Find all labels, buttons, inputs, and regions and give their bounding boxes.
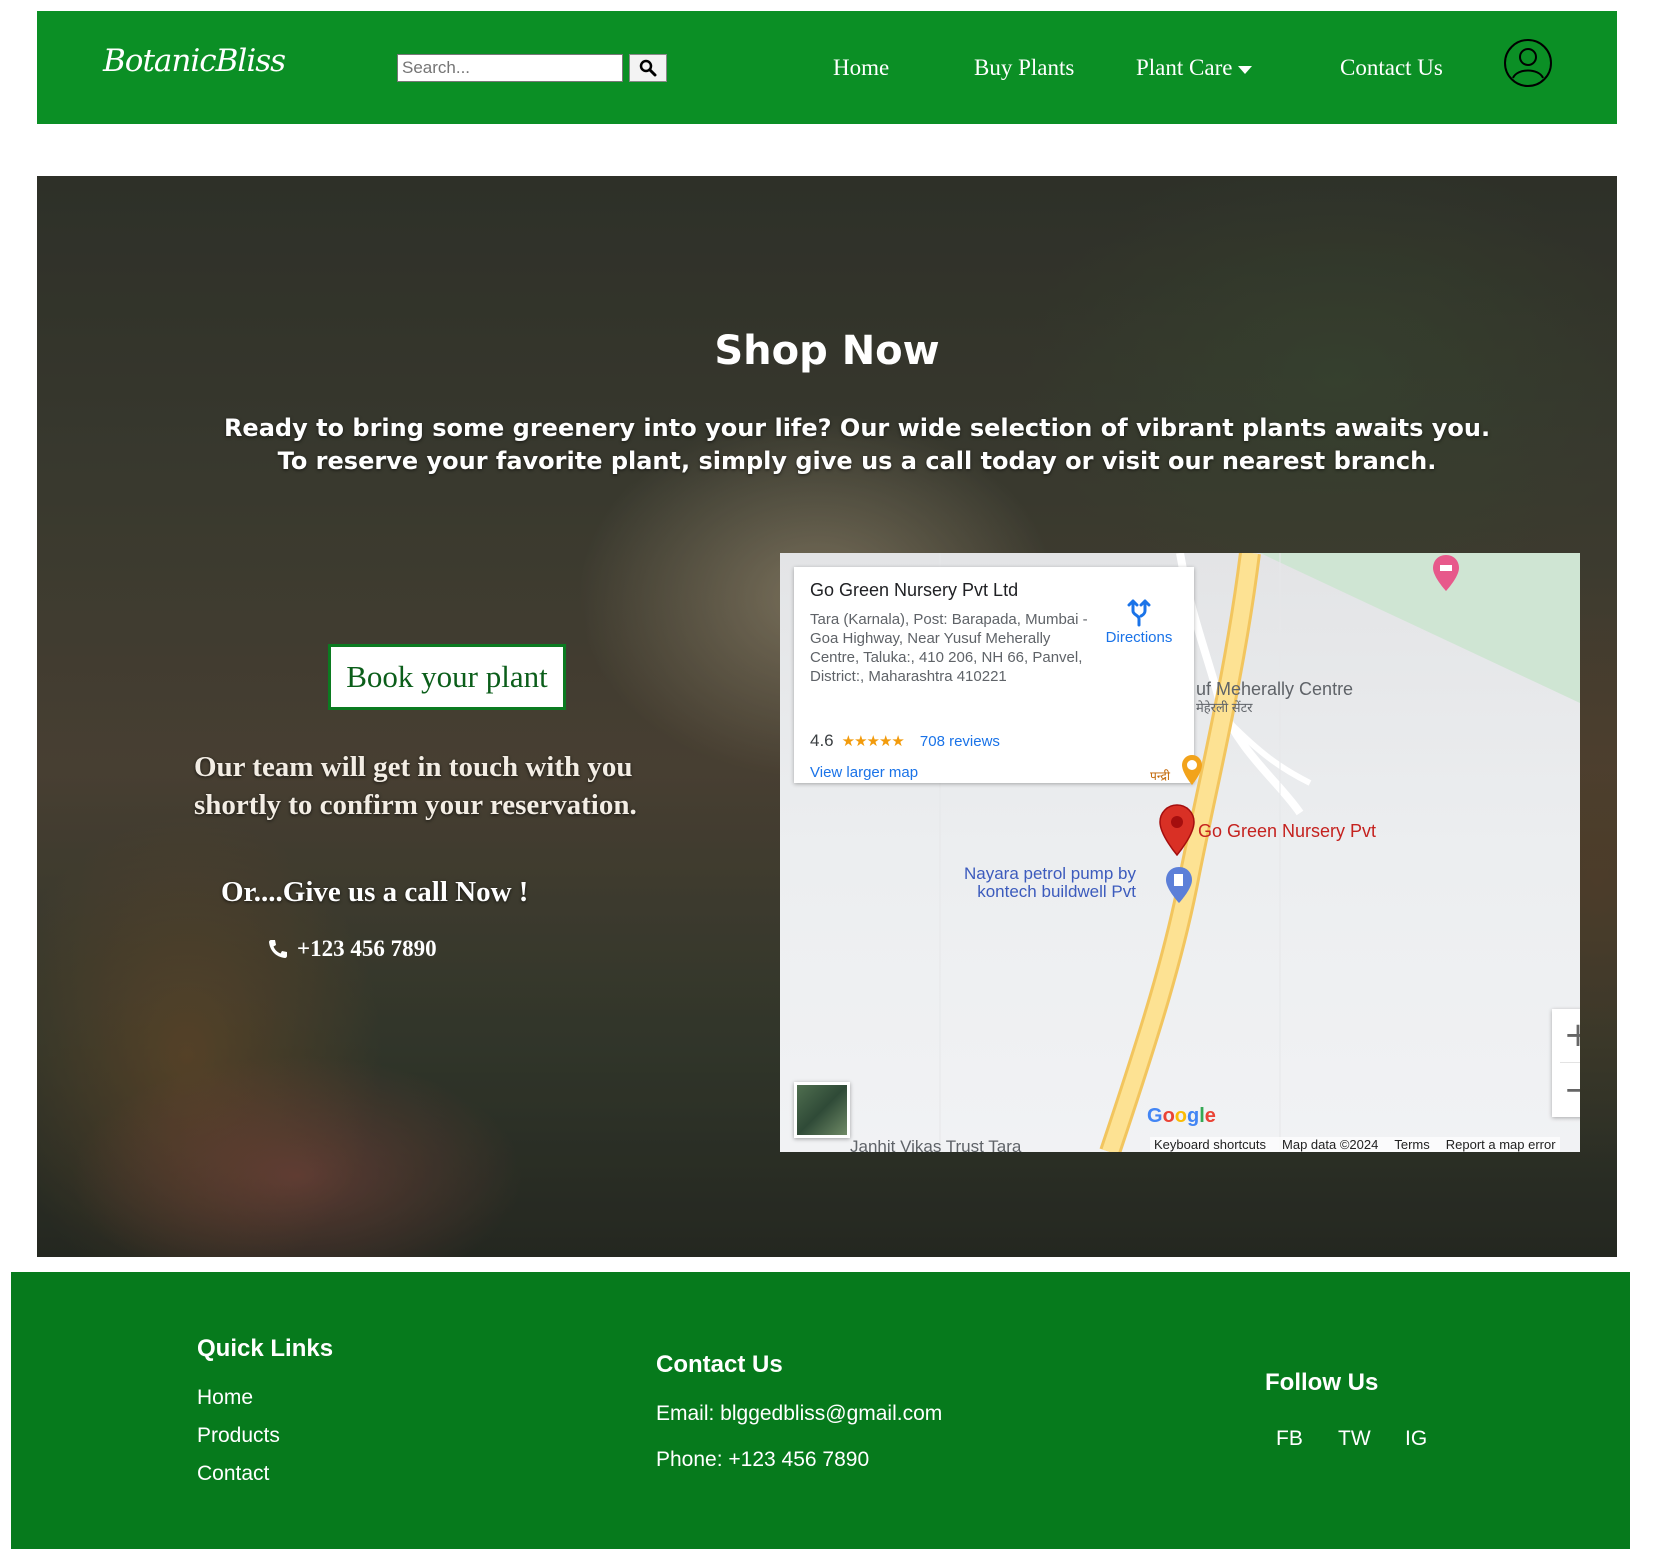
search-icon [639, 59, 657, 77]
phone-number: +123 456 7890 [297, 936, 437, 961]
search-button[interactable] [629, 54, 667, 82]
team-message-line-2: shortly to confirm your reservation. [194, 789, 637, 821]
satellite-toggle[interactable] [794, 1082, 850, 1138]
hero-description: Ready to bring some greenery into your l… [117, 412, 1597, 478]
footer-link-home[interactable]: Home [197, 1386, 253, 1410]
footer-phone[interactable]: Phone: +123 456 7890 [656, 1448, 869, 1472]
book-plant-button[interactable]: Book your plant [328, 644, 566, 710]
fuel-pin-icon[interactable] [1164, 865, 1194, 905]
directions-button[interactable]: Directions [1099, 597, 1179, 646]
map-label-centre-hindi: मेहेरली सेंटर [1196, 700, 1253, 715]
map-label-petrol: Nayara petrol pump by kontech buildwell … [964, 865, 1136, 901]
team-message: Our team will get in touch with you shor… [194, 748, 714, 824]
hero-description-line-1: Ready to bring some greenery into your l… [223, 414, 1491, 442]
follow-us-title: Follow Us [1265, 1369, 1379, 1396]
zoom-controls: + − [1552, 1009, 1580, 1117]
map-label-petrol-line-1: Nayara petrol pump by [964, 864, 1136, 883]
rating-value: 4.6 [810, 731, 834, 750]
view-larger-map-link[interactable]: View larger map [810, 764, 918, 781]
quick-links-title: Quick Links [197, 1335, 334, 1362]
directions-label: Directions [1105, 629, 1173, 646]
caret-down-icon [1238, 65, 1253, 74]
map-label-centre: uf Meherally Centre [1196, 679, 1354, 699]
directions-icon [1127, 599, 1151, 627]
google-logo: Google [1147, 1105, 1216, 1127]
place-address: Tara (Karnala), Post: Barapada, Mumbai -… [810, 611, 1088, 685]
map-label-petrol-line-2: kontech buildwell Pvt [977, 882, 1136, 901]
poi-pin-icon[interactable] [1180, 753, 1204, 787]
zoom-divider [1560, 1062, 1580, 1063]
place-name: Go Green Nursery Pvt Ltd [810, 580, 1019, 600]
social-link-instagram[interactable]: IG [1405, 1427, 1427, 1451]
footer-contact-title: Contact Us [656, 1351, 783, 1378]
zoom-in-button[interactable]: + [1552, 1009, 1580, 1061]
location-pin-icon[interactable] [1158, 803, 1196, 857]
map-data-text: Map data ©2024 [1282, 1137, 1379, 1152]
map-label-bottom: Janhit Vikas Trust Tara [850, 1137, 1022, 1152]
embedded-map[interactable]: Go Green Nursery Pvt Ltd Tara (Karnala),… [780, 553, 1580, 1152]
nav-buy-plants[interactable]: Buy Plants [974, 55, 1074, 81]
phone-icon [269, 940, 287, 958]
map-label-nursery: Go Green Nursery Pvt [1198, 821, 1377, 841]
navbar: BotanicBliss Home Buy Plants Plant Care … [37, 11, 1617, 124]
nav-plant-care-label: Plant Care [1136, 55, 1233, 80]
zoom-out-button[interactable]: − [1552, 1064, 1580, 1116]
nav-plant-care[interactable]: Plant Care [1136, 55, 1253, 81]
call-prompt: Or....Give us a call Now ! [221, 876, 529, 908]
hero-section: Shop Now Ready to bring some greenery in… [37, 176, 1617, 1257]
rating-row: 4.6 ★★★★★ 708 reviews [810, 731, 1000, 751]
search-input[interactable] [397, 54, 623, 82]
map-place-card: Go Green Nursery Pvt Ltd Tara (Karnala),… [794, 567, 1194, 783]
footer-link-contact[interactable]: Contact [197, 1462, 269, 1486]
map-label-pandri: पन्द्री [1150, 769, 1171, 783]
footer-email[interactable]: Email: blggedbliss@gmail.com [656, 1402, 942, 1426]
report-map-error-link[interactable]: Report a map error [1446, 1137, 1556, 1152]
phone-link[interactable]: +123 456 7890 [267, 936, 437, 962]
social-link-facebook[interactable]: FB [1276, 1427, 1303, 1451]
social-link-twitter[interactable]: TW [1338, 1427, 1371, 1451]
footer-link-products[interactable]: Products [197, 1424, 280, 1448]
site-logo[interactable]: BotanicBliss [103, 43, 286, 79]
map-footer: Keyboard shortcuts Map data ©2024 Terms … [1150, 1137, 1560, 1152]
hotel-pin-icon[interactable] [1431, 553, 1461, 593]
site-footer: Quick Links Home Products Contact Contac… [11, 1272, 1630, 1549]
rating-stars: ★★★★★ [841, 733, 905, 750]
nav-contact-us[interactable]: Contact Us [1340, 55, 1443, 81]
user-account-icon[interactable] [1503, 38, 1553, 88]
team-message-line-1: Our team will get in touch with you [194, 751, 633, 783]
nav-home[interactable]: Home [833, 55, 889, 81]
reviews-link[interactable]: 708 reviews [920, 733, 1000, 750]
keyboard-shortcuts-link[interactable]: Keyboard shortcuts [1154, 1137, 1266, 1152]
hero-title: Shop Now [714, 328, 940, 374]
terms-link[interactable]: Terms [1394, 1137, 1429, 1152]
hero-description-line-2: To reserve your favorite plant, simply g… [277, 447, 1437, 475]
